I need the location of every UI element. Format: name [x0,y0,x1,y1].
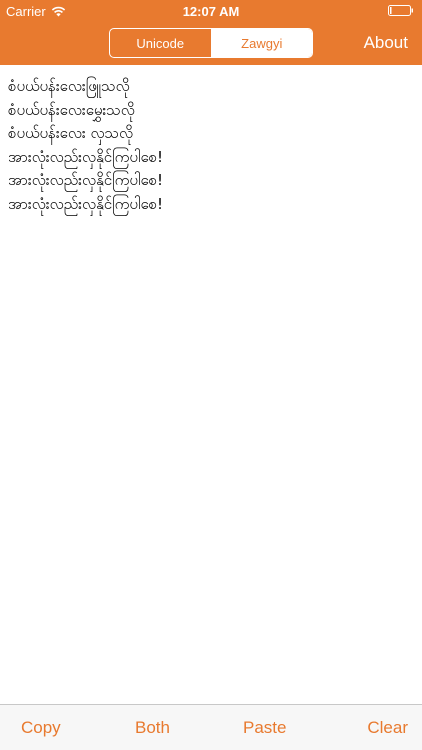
copy-button[interactable]: Copy [21,718,61,738]
both-button[interactable]: Both [135,718,170,738]
navigation-bar: Carrier 12:07 AM Unicode Zawgyi About [0,0,422,65]
text-editor[interactable]: စံပယ်ပန်းလေးဖြူသလို စံပယ်ပန်းလေးမွှေးသလိ… [0,65,422,704]
segment-zawgyi[interactable]: Zawgyi [211,29,312,57]
status-bar: Carrier 12:07 AM [0,0,422,22]
about-button[interactable]: About [364,33,408,53]
clear-button[interactable]: Clear [367,718,408,738]
text-line: အားလုံးလည်းလှနိုင်ကြပါစေ! [8,147,164,166]
status-time: 12:07 AM [182,4,240,19]
text-line: စံပယ်ပန်းလေးဖြူသလို [8,77,130,95]
paste-button[interactable]: Paste [243,718,286,738]
text-line: စံပယ်ပန်းလေး လှသလို [8,124,134,142]
encoding-segmented-control[interactable]: Unicode Zawgyi [109,28,313,58]
bottom-toolbar: Copy Both Paste Clear [0,704,422,750]
text-line: စံပယ်ပန်းလေးမွှေးသလို [8,100,135,119]
segment-unicode[interactable]: Unicode [110,29,212,57]
battery-icon [388,5,413,16]
text-line: အားလုံးလည်းလှနိုင်ကြပါစေ! [8,171,164,189]
text-line: အားလုံးလည်းလှနိုင်ကြပါစေ! [8,194,164,213]
